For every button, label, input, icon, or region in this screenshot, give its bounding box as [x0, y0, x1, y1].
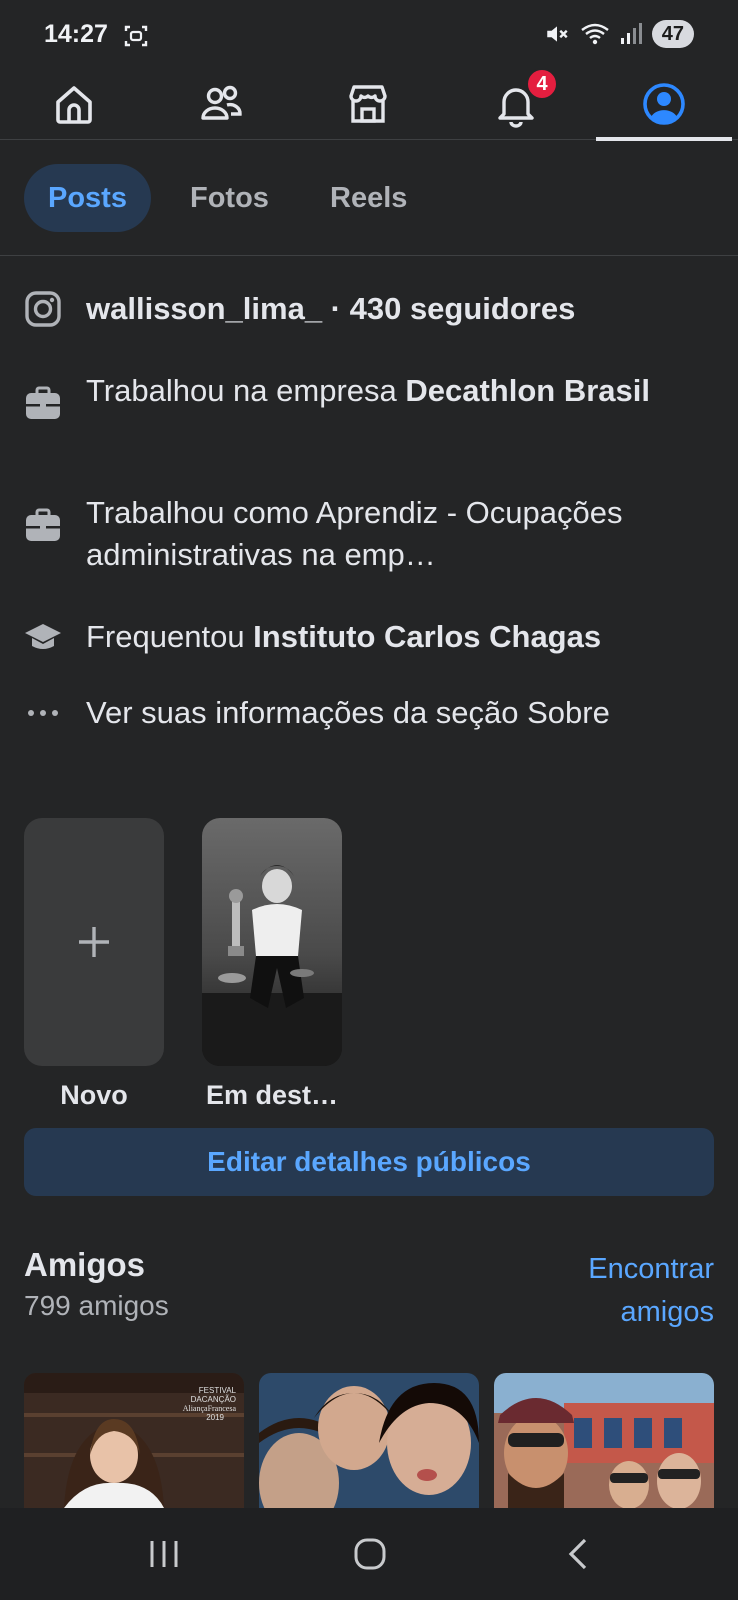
graduation-cap-icon	[25, 624, 61, 649]
friend-photo-2[interactable]	[259, 1373, 479, 1508]
marketplace-icon	[349, 85, 387, 123]
signal-icon	[620, 23, 642, 44]
edit-public-details-button[interactable]: Editar detalhes públicos	[24, 1128, 714, 1196]
work-1-text: Trabalhou na empresa Decathlon Brasil	[86, 370, 650, 422]
intro-education: Frequentou Instituto Carlos Chagas	[24, 616, 714, 658]
nav-friends[interactable]	[153, 68, 289, 140]
friends-icon	[201, 85, 242, 120]
friend-photo-1[interactable]: FESTIVAL DACANÇÃO AliançaFrancesa 2019	[24, 1373, 244, 1508]
system-navigation-bar	[0, 1508, 738, 1600]
home-icon	[56, 86, 92, 124]
featured-highlight-card[interactable]	[202, 818, 342, 1066]
tab-fotos[interactable]: Fotos	[166, 164, 293, 232]
profile-icon	[643, 83, 685, 125]
festival-caption-3: AliançaFrancesa	[183, 1404, 237, 1413]
recent-apps-button[interactable]	[134, 1532, 194, 1576]
nav-marketplace[interactable]	[300, 68, 436, 140]
back-chevron-icon	[568, 1538, 587, 1570]
intro-see-about[interactable]: Ver suas informações da seção Sobre	[24, 692, 714, 734]
see-about-text: Ver suas informações da seção Sobre	[86, 695, 610, 730]
tab-posts[interactable]: Posts	[24, 164, 151, 232]
intro-instagram[interactable]: wallisson_lima_ · 430 seguidores	[24, 288, 714, 330]
instagram-handle: wallisson_lima_ · 430 seguidores	[86, 291, 576, 326]
new-highlight-label: Novo	[60, 1080, 128, 1110]
notification-badge: 4	[526, 68, 558, 100]
status-bar: 14:27 47	[0, 0, 738, 68]
featured-highlight-label: Em dest…	[205, 1080, 339, 1110]
plus-icon	[79, 927, 109, 957]
briefcase-icon	[26, 508, 60, 541]
work-2-text: Trabalhou como Aprendiz - Ocupações admi…	[86, 495, 623, 572]
find-friends-line2: amigos	[620, 1296, 715, 1328]
festival-caption-4: 2019	[206, 1413, 224, 1422]
find-friends-line1: Encontrar	[588, 1253, 714, 1285]
friend-photo-1-image: FESTIVAL DACANÇÃO AliançaFrancesa 2019	[24, 1373, 244, 1508]
education-school: Instituto Carlos Chagas	[253, 619, 602, 654]
battery-indicator: 47	[651, 20, 694, 48]
work-1-prefix: Trabalhou na empresa	[86, 373, 406, 408]
status-time: 14:27	[44, 20, 108, 48]
new-highlight-card[interactable]	[24, 818, 164, 1066]
education-text: Frequentou Instituto Carlos Chagas	[86, 616, 601, 658]
highlight-featured[interactable]: Em dest…	[202, 818, 342, 1111]
friends-count: 799 amigos	[24, 1290, 169, 1321]
highlight-new[interactable]: Novo	[24, 818, 164, 1111]
education-prefix: Frequentou	[86, 619, 254, 654]
work-1-company: Decathlon Brasil	[405, 373, 650, 408]
intro-work-2: Trabalhou como Aprendiz - Ocupações admi…	[24, 492, 714, 576]
screenshot-icon	[124, 25, 148, 47]
friend-photo-3[interactable]	[494, 1373, 714, 1508]
mute-icon	[547, 26, 568, 42]
tab-reels[interactable]: Reels	[306, 164, 431, 232]
profile-tabs: Posts Fotos Reels	[0, 140, 738, 256]
nav-home[interactable]	[6, 68, 142, 140]
friends-title: Amigos	[24, 1246, 146, 1283]
status-icons: 47	[544, 20, 694, 48]
instagram-icon	[25, 291, 61, 327]
nav-notifications[interactable]: 4	[448, 68, 584, 140]
intro-work-1: Trabalhou na empresa Decathlon Brasil	[24, 370, 714, 422]
recent-apps-icon	[150, 1541, 178, 1567]
back-button[interactable]	[548, 1532, 608, 1576]
top-navigation: 4	[0, 68, 738, 141]
featured-photo	[202, 818, 342, 1066]
friend-photo-2-image	[259, 1373, 479, 1508]
festival-caption-2: DACANÇÃO	[191, 1395, 236, 1404]
home-circle-icon	[354, 1538, 386, 1570]
friend-photo-3-image	[494, 1373, 714, 1508]
nav-profile[interactable]	[596, 68, 732, 140]
briefcase-icon	[26, 386, 60, 419]
wifi-icon	[581, 23, 609, 45]
more-dots-icon	[28, 710, 58, 716]
home-button[interactable]	[340, 1532, 400, 1576]
festival-caption-1: FESTIVAL	[199, 1386, 237, 1395]
find-friends-link[interactable]: Encontrar amigos	[554, 1248, 714, 1334]
